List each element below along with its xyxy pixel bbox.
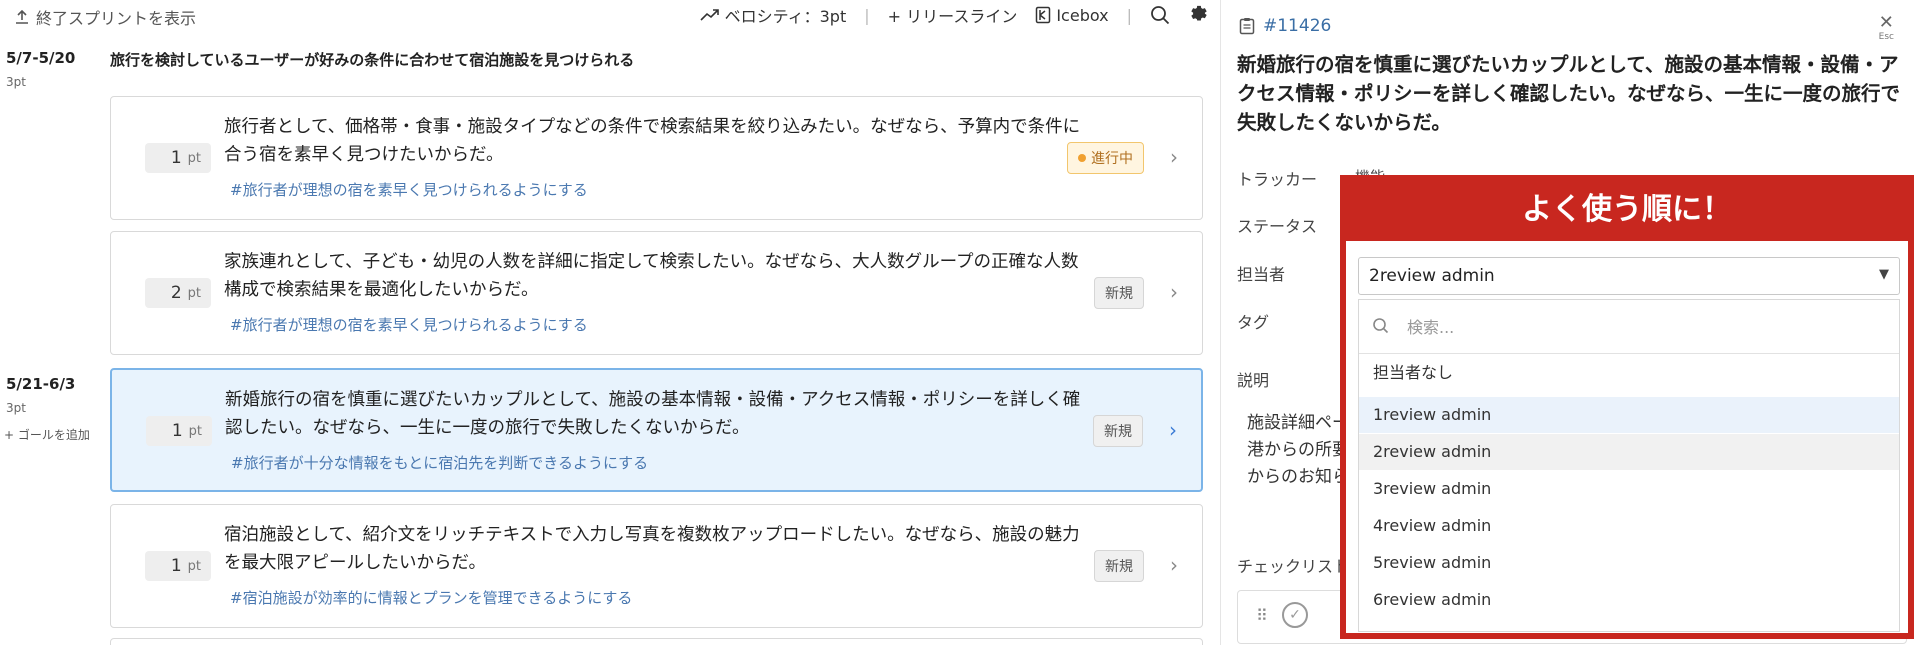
assignee-dropdown: 担当者なし 1review admin 2review admin 3revie… [1358,299,1900,632]
icebox-label: Icebox [1056,5,1109,25]
check-circle-icon[interactable]: ✓ [1282,602,1308,628]
show-done-sprints-button[interactable]: 終了スプリントを表示 [14,5,196,29]
assignee-option[interactable]: 4review admin [1359,508,1899,544]
esc-hint: Esc [1878,32,1894,42]
issue-number-link[interactable]: #11426 [1239,16,1331,36]
search-icon[interactable] [1150,5,1170,25]
story-points[interactable]: 1 pt [146,416,212,446]
status-badge[interactable]: 新規 [1094,550,1144,582]
status-badge[interactable]: 新規 [1094,277,1144,309]
chevron-right-icon[interactable]: › [1170,145,1178,169]
status-badge[interactable]: 進行中 [1067,142,1144,174]
sprint-points: 3pt [6,75,26,89]
clipboard-icon [1239,18,1255,35]
assignee-selected-value: 2review admin [1369,266,1495,286]
tracker-label: トラッカー [1237,170,1318,189]
checklist-label: チェックリスト [1237,557,1350,576]
in-progress-dot-icon [1078,154,1086,162]
chevron-right-icon[interactable]: › [1170,280,1178,304]
dropdown-search-row [1359,300,1899,354]
toolbar-divider: | [1126,5,1132,25]
icebox-button[interactable]: Icebox [1035,5,1109,25]
sprint-dates: 5/21-6/3 [6,375,76,393]
story-card[interactable] [110,638,1203,645]
sprint-points: 3pt [6,401,26,415]
upload-icon [16,9,28,24]
story-points-unit: pt [187,150,201,166]
story-title: 家族連れとして、子ども・幼児の人数を詳細に指定して検索したい。なぜなら、大人数グ… [224,252,1079,300]
story-points-unit: pt [187,285,201,301]
add-goal-button[interactable]: + ゴールを追加 [4,426,90,443]
story-points[interactable]: 2 pt [145,278,211,308]
description-label: 説明 [1237,371,1270,390]
search-icon [1373,318,1389,334]
sprint-dates: 5/7-5/20 [6,49,76,67]
velocity-label: ベロシティ：3pt [724,7,847,26]
story-points-value: 1 [170,556,182,576]
story-points-value: 2 [170,283,182,303]
status-label: 新規 [1105,559,1133,575]
assignee-search-input[interactable] [1407,312,1877,342]
backlog-pane: 終了スプリントを表示 ベロシティ：3pt | + リリースライン Icebox … [0,0,1220,645]
status-label: 進行中 [1091,151,1133,167]
show-done-sprints-label: 終了スプリントを表示 [36,9,197,28]
assignee-option[interactable]: 3review admin [1359,471,1899,507]
story-points-unit: pt [188,423,202,439]
caret-down-icon: ▼ [1879,267,1889,282]
story-goal-link[interactable]: #旅行者が十分な情報をもとに宿泊先を判断できるようにする [231,452,648,473]
backlog-toolbar: 終了スプリントを表示 ベロシティ：3pt | + リリースライン Icebox … [0,0,1220,32]
release-line-button[interactable]: + リリースライン [888,3,1018,27]
annotation-overlay: よく使う順に！ 2review admin ▼ 担当者なし 1review ad… [1340,175,1914,639]
close-icon: ✕ [1878,12,1894,33]
story-title: 旅行者として、価格帯・食事・施設タイプなどの条件で検索結果を絞り込みたい。なぜな… [224,117,1081,165]
story-points-unit: pt [187,558,201,574]
assignee-option[interactable]: 1review admin [1359,397,1899,433]
story-card[interactable]: 1 pt 宿泊施設として、紹介文をリッチテキストで入力し写真を複数枚アップロード… [110,504,1203,628]
drag-handle-icon[interactable]: ⠿ [1256,606,1268,625]
app-root: 終了スプリントを表示 ベロシティ：3pt | + リリースライン Icebox … [0,0,1920,645]
icebox-icon [1036,6,1051,24]
story-points[interactable]: 1 pt [145,551,211,581]
issue-number: #11426 [1263,16,1332,36]
status-label: 新規 [1105,286,1133,302]
assignee-label: 担当者 [1237,265,1286,284]
story-points-value: 1 [170,148,182,168]
story-title: 新婚旅行の宿を慎重に選びたいカップルとして、施設の基本情報・設備・アクセス情報・… [225,390,1081,438]
sprint-goal[interactable]: 旅行を検討しているユーザーが好みの条件に合わせて宿泊施設を見つけられる [110,49,634,70]
status-label: ステータス [1237,217,1318,236]
assignee-option-selected[interactable]: 2review admin [1359,434,1899,470]
close-button[interactable]: ✕ Esc [1878,12,1894,43]
toolbar-divider: | [864,5,870,25]
tags-label: タグ [1237,313,1270,332]
assignee-option[interactable]: 担当者なし [1359,355,1899,391]
chevron-right-icon[interactable]: › [1169,418,1177,442]
story-card[interactable]: 2 pt 家族連れとして、子ども・幼児の人数を詳細に指定して検索したい。なぜなら… [110,231,1203,355]
issue-title[interactable]: 新婚旅行の宿を慎重に選びたいカップルとして、施設の基本情報・設備・アクセス情報・… [1237,50,1907,137]
assignee-select[interactable]: 2review admin ▼ [1358,257,1900,295]
status-label: 新規 [1104,424,1132,440]
release-line-label: + リリースライン [887,7,1018,26]
trend-up-icon [700,9,719,21]
story-card-selected[interactable]: 1 pt 新婚旅行の宿を慎重に選びたいカップルとして、施設の基本情報・設備・アク… [110,368,1203,492]
toolbar-right: ベロシティ：3pt | + リリースライン Icebox | [700,3,1210,27]
story-goal-link[interactable]: #旅行者が理想の宿を素早く見つけられるようにする [230,314,588,335]
assignee-option[interactable]: 6review admin [1359,582,1899,618]
story-title: 宿泊施設として、紹介文をリッチテキストで入力し写真を複数枚アップロードしたい。な… [224,525,1080,573]
story-points[interactable]: 1 pt [145,143,211,173]
annotation-heading: よく使う順に！ [1346,181,1908,241]
story-points-value: 1 [171,421,183,441]
chevron-right-icon[interactable]: › [1170,553,1178,577]
story-card[interactable]: 1 pt 旅行者として、価格帯・食事・施設タイプなどの条件で検索結果を絞り込みた… [110,96,1203,220]
status-badge[interactable]: 新規 [1093,415,1143,447]
story-goal-link[interactable]: #旅行者が理想の宿を素早く見つけられるようにする [230,179,588,200]
velocity-button[interactable]: ベロシティ：3pt [700,3,847,27]
gear-icon[interactable] [1188,4,1210,26]
assignee-option[interactable]: 5review admin [1359,545,1899,581]
story-goal-link[interactable]: #宿泊施設が効率的に情報とプランを管理できるようにする [230,587,632,608]
